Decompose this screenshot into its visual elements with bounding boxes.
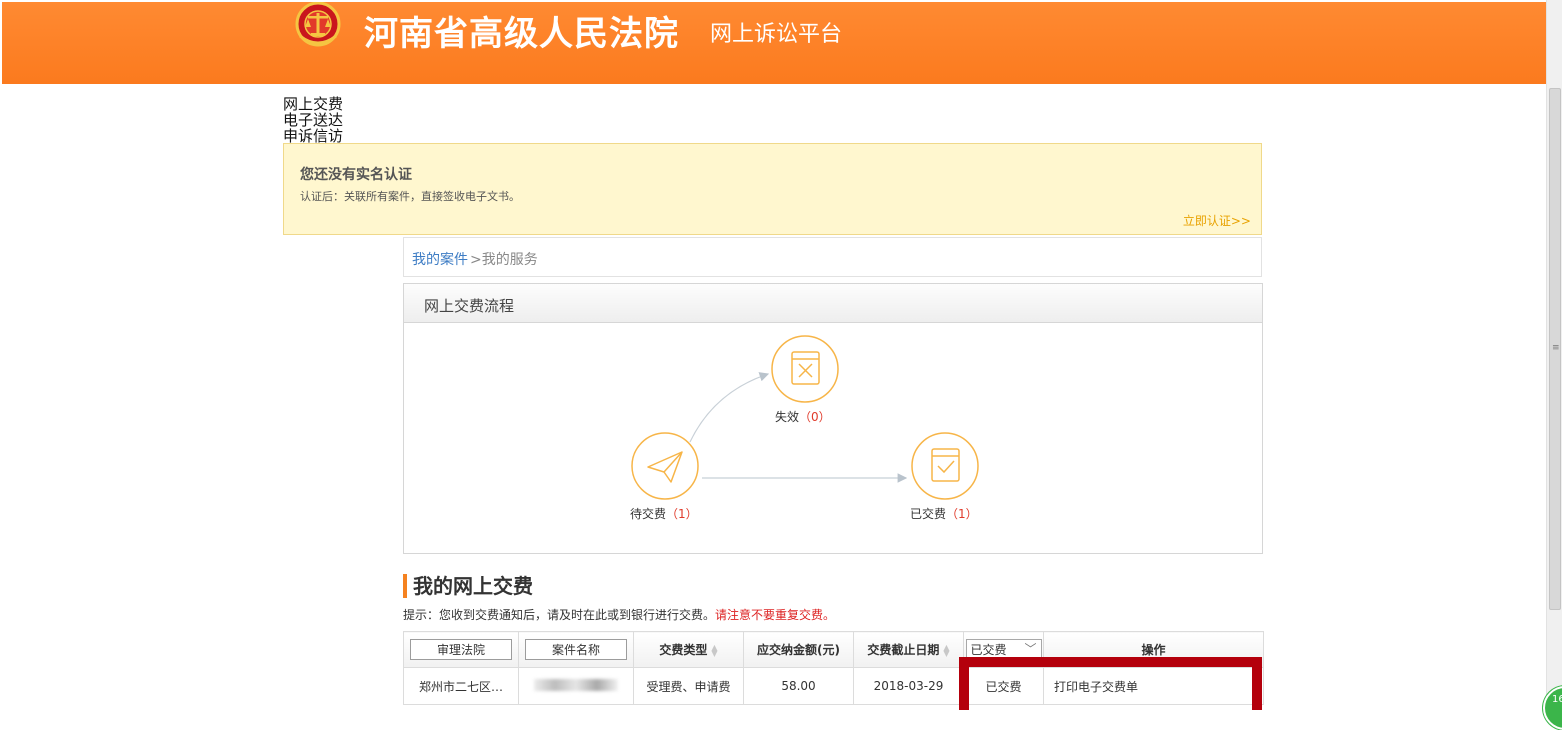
column-header-court[interactable]: 审理法院	[403, 631, 519, 668]
quick-link-petition[interactable]: 申诉信访	[283, 128, 343, 144]
amount-header-label: 应交纳金额(元)	[757, 643, 840, 657]
verify-now-link[interactable]: 立即认证>>	[1183, 212, 1251, 229]
court-filter-box[interactable]: 审理法院	[410, 639, 512, 660]
case-name-filter-box[interactable]: 案件名称	[525, 639, 627, 660]
flow-node-pending[interactable]: 待交费（1）	[630, 505, 698, 522]
payments-tip: 提示：您收到交费通知后，请及时在此或到银行进行交费。请注意不要重复交费。	[403, 606, 835, 623]
flow-node-invalid-label: 失效	[775, 410, 800, 424]
sort-icon[interactable]: ▲ ▼	[943, 643, 949, 657]
breadcrumb-my-services: >我的服务	[470, 252, 538, 268]
flow-node-pending-count: （1）	[666, 507, 698, 521]
notice-text: 认证后：关联所有案件，直接签收电子文书。	[300, 190, 520, 203]
site-subtitle: 网上诉讼平台	[710, 22, 843, 47]
cell-amount: 58.00	[743, 667, 854, 705]
chevron-down-icon: ﹀	[1024, 642, 1037, 656]
payments-table: 审理法院 案件名称 交费类型 ▲ ▼ 应交纳金额(元) 交费截止日期 ▲ ▼ 已交费 ﹀ …	[403, 631, 1264, 705]
flow-diagram	[631, 335, 979, 500]
flow-arrow-to-invalid	[689, 372, 770, 443]
column-header-fee-type[interactable]: 交费类型 ▲ ▼	[633, 631, 744, 668]
payments-tip-warning: 请注意不要重复交费。	[715, 608, 836, 622]
notice-title: 您还没有实名认证	[300, 167, 412, 183]
site-title: 河南省高级人民法院	[364, 14, 679, 54]
flow-node-paid-label: 已交费	[910, 507, 947, 521]
table-header-row: 审理法院 案件名称 交费类型 ▲ ▼ 应交纳金额(元) 交费截止日期 ▲ ▼ 已交费 ﹀ …	[403, 631, 1264, 668]
breadcrumb-my-cases[interactable]: 我的案件	[412, 249, 468, 269]
quick-link-online-payment[interactable]: 网上交费	[283, 96, 343, 112]
cell-court: 郑州市二七区…	[403, 667, 519, 705]
fee-type-header-label: 交费类型	[659, 643, 708, 657]
court-emblem-icon	[295, 2, 341, 47]
vertical-scrollbar[interactable]: ≡	[1546, 0, 1562, 710]
status-filter-select[interactable]: 已交费 ﹀	[965, 639, 1042, 660]
quick-links: 网上交费 电子送达 申诉信访	[283, 96, 343, 144]
column-header-deadline[interactable]: 交费截止日期 ▲ ▼	[853, 631, 964, 668]
scrollbar-thumb[interactable]: ≡	[1549, 88, 1561, 610]
flow-node-invalid[interactable]: 失效（0）	[775, 408, 831, 425]
flow-node-pending-label: 待交费	[630, 507, 667, 521]
cell-status: 已交费	[963, 667, 1044, 705]
column-header-amount[interactable]: 应交纳金额(元)	[743, 631, 854, 668]
cell-fee-type: 受理费、申请费	[633, 667, 744, 705]
cell-deadline: 2018-03-29	[853, 667, 964, 705]
action-header-label: 操作	[1141, 643, 1166, 657]
site-header: 河南省高级人民法院 网上诉讼平台	[2, 2, 1546, 84]
x-document-icon	[771, 335, 839, 403]
flow-node-invalid-count: （0）	[799, 410, 831, 424]
payment-flow-panel: 网上交费流程 待交费（1） 失效（0） 已交费（1）	[403, 283, 1263, 554]
check-document-icon	[911, 432, 979, 500]
redacted-case-name	[534, 678, 618, 691]
verification-notice: 您还没有实名认证 认证后：关联所有案件，直接签收电子文书。 立即认证>>	[283, 143, 1262, 235]
print-receipt-link[interactable]: 打印电子交费单	[1043, 667, 1264, 705]
flow-node-paid[interactable]: 已交费（1）	[910, 505, 978, 522]
flow-node-paid-count: （1）	[946, 507, 978, 521]
column-header-action: 操作	[1043, 631, 1264, 668]
column-header-case-name[interactable]: 案件名称	[518, 631, 634, 668]
breadcrumb: 我的案件 >我的服务	[403, 237, 1262, 277]
scrollbar-grip-icon: ≡	[1552, 343, 1560, 353]
quick-link-electronic-delivery[interactable]: 电子送达	[283, 112, 343, 128]
paper-plane-icon	[631, 432, 699, 500]
deadline-header-label: 交费截止日期	[867, 643, 940, 657]
status-filter-value: 已交费	[970, 643, 1007, 657]
table-row: 郑州市二七区… 受理费、申请费 58.00 2018-03-29 已交费 打印电…	[403, 667, 1264, 705]
column-header-status[interactable]: 已交费 ﹀	[963, 631, 1044, 668]
sort-icon[interactable]: ▲ ▼	[711, 643, 717, 657]
payments-section-title: 我的网上交费	[403, 574, 533, 598]
payments-tip-text: 提示：您收到交费通知后，请及时在此或到银行进行交费。	[403, 608, 716, 622]
cell-case-name	[518, 667, 634, 705]
floating-badge-count: 16	[1552, 694, 1562, 705]
